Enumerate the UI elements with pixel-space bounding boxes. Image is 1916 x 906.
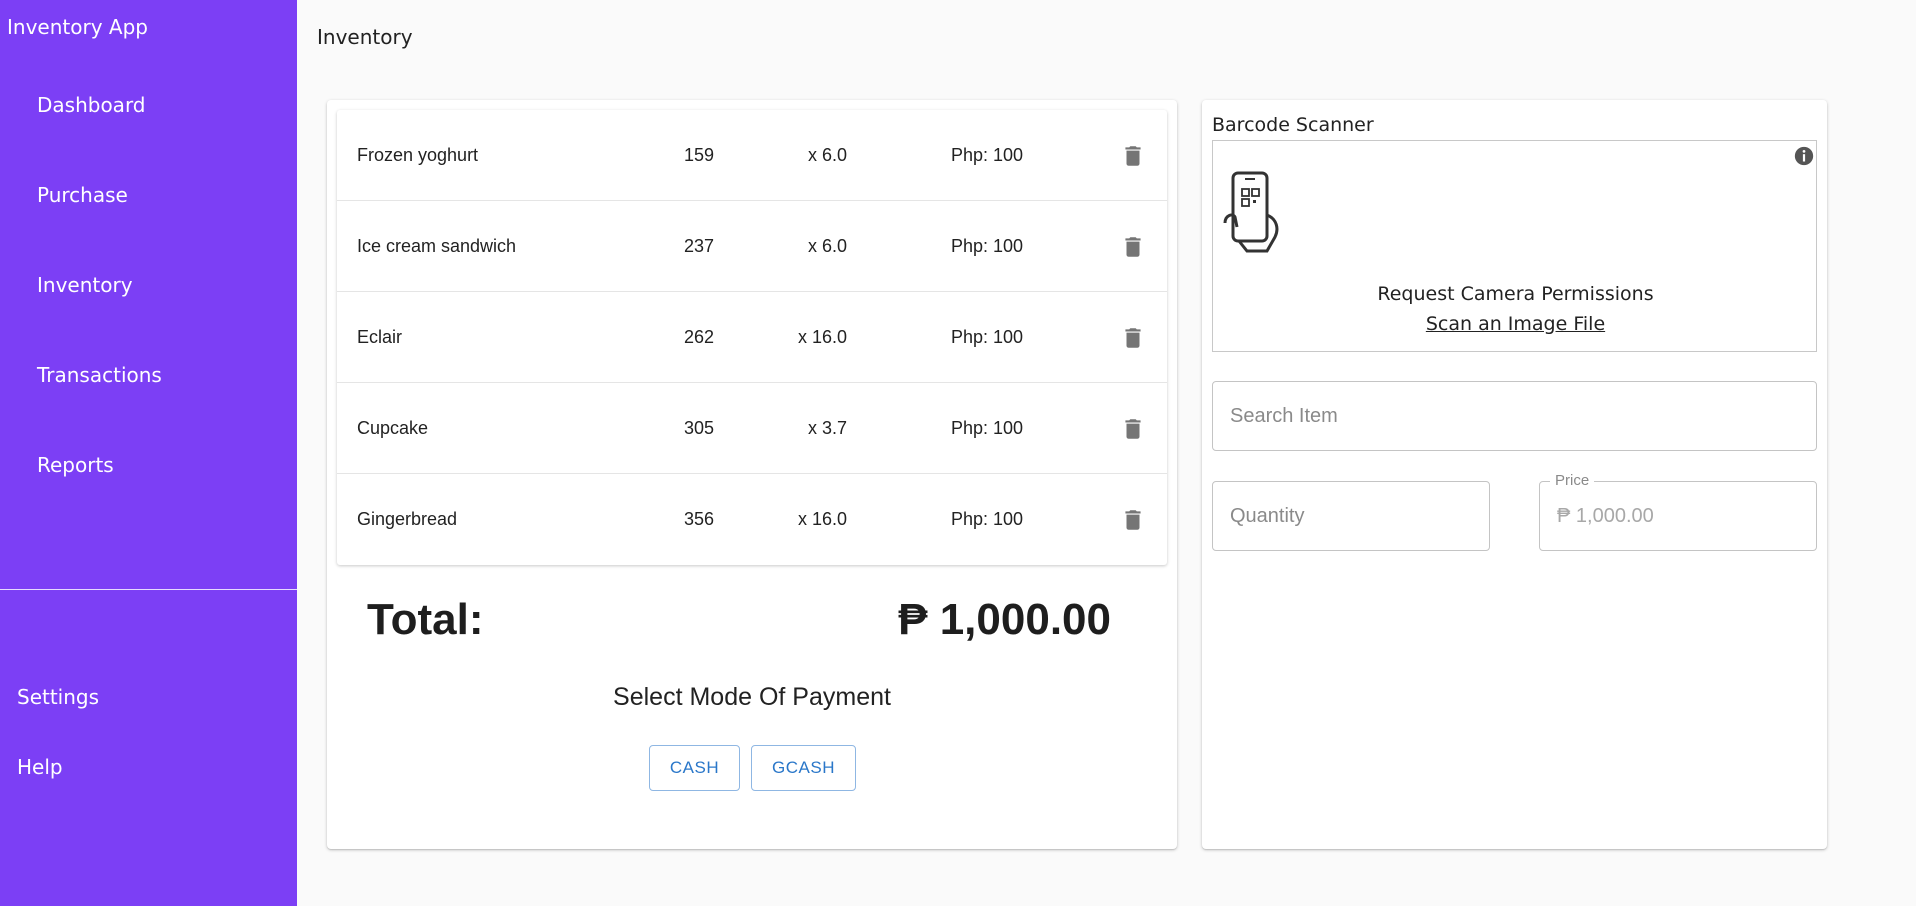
total-label: Total: [367, 595, 484, 644]
list-item: Eclair 262 x 16.0 Php: 100 [337, 292, 1167, 383]
quantity-input[interactable] [1213, 482, 1489, 550]
item-price: Php: 100 [951, 418, 1024, 438]
search-field [1212, 381, 1817, 451]
sidebar: Inventory App Dashboard Purchase Invento… [0, 0, 297, 906]
item-multiplier: x 16.0 [797, 327, 847, 347]
item-multiplier: x 16.0 [797, 509, 847, 529]
sidebar-item-reports[interactable]: Reports [37, 453, 114, 477]
cash-button[interactable]: CASH [649, 745, 740, 791]
trash-icon[interactable] [1120, 506, 1146, 534]
item-multiplier: x 6.0 [807, 236, 847, 256]
scanner-card: Barcode Scanner Request Camera Permissio… [1202, 100, 1827, 849]
list-item: Cupcake 305 x 3.7 Php: 100 [337, 383, 1167, 474]
item-price: Php: 100 [951, 327, 1024, 347]
sidebar-item-transactions[interactable]: Transactions [37, 363, 162, 387]
sidebar-divider [0, 589, 297, 590]
item-price: Php: 100 [951, 236, 1024, 256]
item-name: Ice cream sandwich [357, 236, 517, 256]
request-camera-permissions[interactable]: Request Camera Permissions [1213, 283, 1818, 305]
item-qty: 237 [684, 236, 715, 256]
scanner-title: Barcode Scanner [1212, 114, 1374, 136]
price-input[interactable] [1540, 482, 1816, 550]
list-item: Frozen yoghurt 159 x 6.0 Php: 100 [337, 110, 1167, 201]
phone-qr-icon [1223, 171, 1279, 253]
item-name: Cupcake [357, 418, 429, 438]
quantity-field [1212, 481, 1490, 551]
total-value: ₱ 1,000.00 [898, 595, 1111, 644]
item-multiplier: x 3.7 [807, 418, 847, 438]
sidebar-item-inventory[interactable]: Inventory [37, 273, 133, 297]
trash-icon[interactable] [1120, 142, 1146, 170]
app-title: Inventory App [7, 15, 148, 39]
sidebar-item-help[interactable]: Help [17, 755, 63, 779]
info-icon[interactable] [1793, 145, 1815, 167]
trash-icon[interactable] [1120, 233, 1146, 261]
item-name: Eclair [357, 327, 403, 347]
trash-icon[interactable] [1120, 415, 1146, 443]
item-price: Php: 100 [951, 509, 1024, 529]
cart-card: Frozen yoghurt 159 x 6.0 Php: 100 Ice cr… [327, 100, 1177, 849]
cart-items-list: Frozen yoghurt 159 x 6.0 Php: 100 Ice cr… [337, 110, 1167, 565]
scan-image-file-link[interactable]: Scan an Image File [1213, 313, 1818, 335]
sidebar-item-settings[interactable]: Settings [17, 685, 99, 709]
page-title: Inventory [317, 25, 413, 49]
scanner-region: Request Camera Permissions Scan an Image… [1212, 140, 1817, 352]
item-qty: 356 [684, 509, 715, 529]
item-price: Php: 100 [951, 145, 1024, 165]
payment-mode-label: Select Mode Of Payment [613, 683, 891, 711]
list-item: Ice cream sandwich 237 x 6.0 Php: 100 [337, 201, 1167, 292]
gcash-button[interactable]: GCASH [751, 745, 856, 791]
item-qty: 305 [684, 418, 715, 438]
item-name: Frozen yoghurt [357, 145, 479, 165]
item-qty: 159 [684, 145, 715, 165]
item-qty: 262 [684, 327, 715, 347]
sidebar-item-dashboard[interactable]: Dashboard [37, 93, 146, 117]
price-field: Price [1539, 472, 1817, 551]
trash-icon[interactable] [1120, 324, 1146, 352]
list-item: Gingerbread 356 x 16.0 Php: 100 [337, 474, 1167, 565]
sidebar-item-purchase[interactable]: Purchase [37, 183, 128, 207]
search-input[interactable] [1213, 382, 1816, 450]
item-multiplier: x 6.0 [807, 145, 847, 165]
item-name: Gingerbread [357, 509, 458, 529]
